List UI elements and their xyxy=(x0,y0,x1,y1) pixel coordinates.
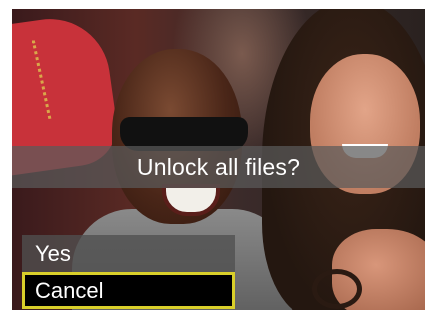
prompt-text: Unlock all files? xyxy=(136,153,301,180)
confirm-menu: Yes Cancel xyxy=(22,235,235,309)
camera-lcd-screen: Unlock all files? Yes Cancel xyxy=(0,0,435,316)
cancel-option[interactable]: Cancel xyxy=(22,272,235,309)
photo-bracelet xyxy=(312,269,362,309)
prompt-banner: Unlock all files? xyxy=(12,146,425,188)
yes-option[interactable]: Yes xyxy=(22,235,235,272)
